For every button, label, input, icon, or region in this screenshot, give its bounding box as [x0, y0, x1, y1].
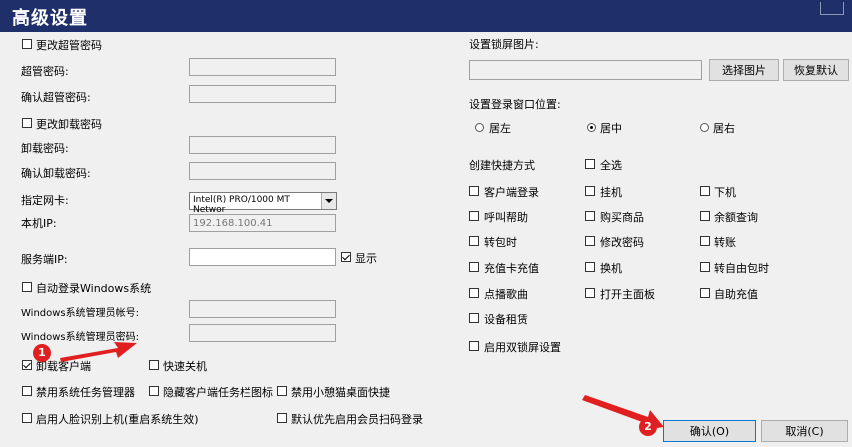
annotation-arrow-1: [60, 342, 137, 362]
annotation-arrows: [60, 342, 664, 430]
annotation-marker-2: 2: [639, 418, 657, 436]
annotation-marker-1: 1: [33, 344, 51, 362]
